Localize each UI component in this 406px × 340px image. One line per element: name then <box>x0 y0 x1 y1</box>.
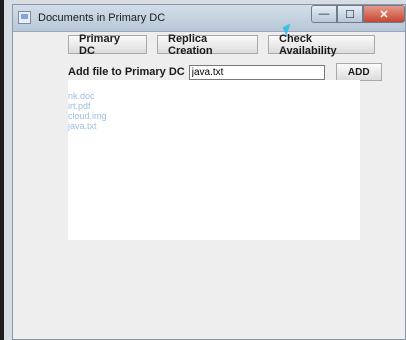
add-button[interactable]: ADD <box>335 63 382 81</box>
primary-dc-button[interactable]: Primary DC <box>68 33 147 57</box>
minimize-button[interactable]: — <box>311 5 337 23</box>
list-item[interactable]: nk.doc <box>68 91 360 101</box>
maximize-button[interactable]: ☐ <box>337 5 363 23</box>
add-file-label: Add file to Primary DC <box>68 66 185 78</box>
list-item[interactable]: java.txt <box>68 121 360 131</box>
file-name-input[interactable] <box>188 64 325 80</box>
add-file-row: Add file to Primary DC ADD <box>68 63 382 81</box>
desktop-left-edge <box>0 0 12 340</box>
title-bar[interactable]: Documents in Primary DC — ☐ ✕ <box>13 5 405 32</box>
list-item[interactable]: cloud.img <box>68 111 360 121</box>
check-availability-button[interactable]: Check Availability <box>268 33 375 57</box>
toolbar: Primary DC Replica Creation Check Availa… <box>68 33 375 57</box>
replica-creation-button[interactable]: Replica Creation <box>157 33 258 57</box>
list-item[interactable]: irt.pdf <box>68 101 360 111</box>
file-list: nk.doc irt.pdf cloud.img java.txt <box>68 80 360 131</box>
app-window: Documents in Primary DC — ☐ ✕ Primary DC… <box>12 4 406 340</box>
window-title: Documents in Primary DC <box>38 12 166 24</box>
window-controls: — ☐ ✕ <box>311 5 405 25</box>
file-list-panel[interactable]: nk.doc irt.pdf cloud.img java.txt <box>68 80 360 240</box>
java-app-icon <box>18 11 31 24</box>
close-button[interactable]: ✕ <box>363 5 405 23</box>
